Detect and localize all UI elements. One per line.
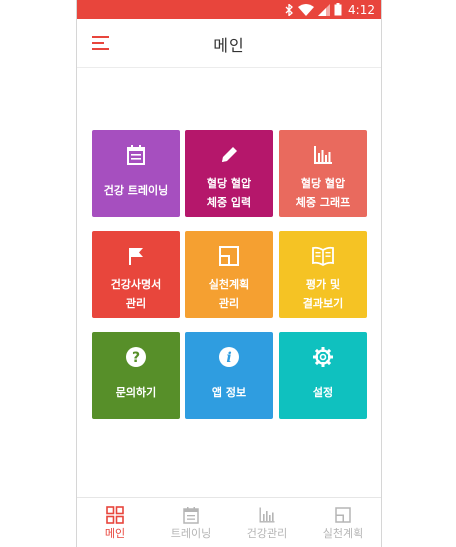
nav-item-health[interactable]: 건강관리: [229, 498, 305, 547]
tile-app-info[interactable]: i 앱 정보: [185, 332, 273, 419]
tile-label: 건강사명서 관리: [110, 278, 162, 310]
book-icon: [312, 246, 334, 267]
nav-item-training[interactable]: 트레이닝: [153, 498, 229, 547]
tile-label: 문의하기: [115, 386, 157, 399]
status-time: 4:12: [348, 2, 375, 17]
battery-icon: [334, 3, 342, 16]
flag-icon: [129, 248, 143, 265]
tile-label: 혈당 혈압 체중 그래프: [295, 177, 351, 209]
tile-label: 실천계획 관리: [208, 278, 250, 310]
tile-action-plan[interactable]: 실천계획 관리: [185, 231, 273, 318]
status-bar: 4:12: [77, 0, 381, 19]
nav-item-main[interactable]: 메인: [77, 498, 153, 547]
svg-text:i: i: [226, 350, 231, 366]
app-bar: 메인: [77, 19, 381, 68]
tile-graph[interactable]: 혈당 혈압 체중 그래프: [279, 130, 367, 217]
tile-health-training[interactable]: 건강 트레이닝: [92, 130, 180, 217]
question-icon: ?: [126, 347, 146, 367]
tile-label: 혈당 혈압 체중 입력: [206, 177, 252, 209]
nav-label: 건강관리: [246, 527, 288, 540]
bottom-nav: 메인 트레이닝 건강관리 실천계획: [77, 497, 381, 547]
bar-chart-icon: [314, 146, 332, 164]
bluetooth-icon: [285, 3, 294, 16]
menu-grid: 건강 트레이닝 혈당 혈압 체중 입력 혈당 혈압 체중 그래프 건강사명서 관…: [92, 130, 367, 419]
nav-label: 실천계획: [322, 527, 364, 540]
pencil-icon: [222, 147, 237, 162]
layout-icon: [219, 246, 239, 266]
nav-label: 트레이닝: [170, 527, 212, 540]
gear-icon: [313, 347, 333, 367]
tile-label: 설정: [312, 386, 334, 399]
layout-icon: [335, 507, 351, 523]
tile-label: 평가 및 결과보기: [302, 278, 344, 310]
nav-item-action-plan[interactable]: 실천계획: [305, 498, 381, 547]
info-icon: i: [219, 347, 239, 367]
svg-text:?: ?: [132, 350, 140, 366]
bar-chart-icon: [259, 507, 275, 523]
tile-input-records[interactable]: 혈당 혈압 체중 입력: [185, 130, 273, 217]
calendar-icon: [127, 145, 145, 165]
wifi-icon: [298, 3, 315, 16]
grid-icon: [106, 506, 124, 524]
tile-label: 앱 정보: [211, 386, 247, 399]
calendar-icon: [183, 507, 199, 524]
tile-inquiry[interactable]: ? 문의하기: [92, 332, 180, 419]
nav-label: 메인: [104, 527, 126, 540]
phone-screen: 4:12 메인 건강 트레이닝 혈당 혈압 체중 입력 혈당 혈압 체중 그래프…: [76, 0, 382, 547]
signal-icon: [318, 3, 331, 16]
tile-evaluation[interactable]: 평가 및 결과보기: [279, 231, 367, 318]
tile-health-mission[interactable]: 건강사명서 관리: [92, 231, 180, 318]
tile-settings[interactable]: 설정: [279, 332, 367, 419]
page-title: 메인: [213, 36, 245, 55]
tile-label: 건강 트레이닝: [103, 184, 169, 197]
